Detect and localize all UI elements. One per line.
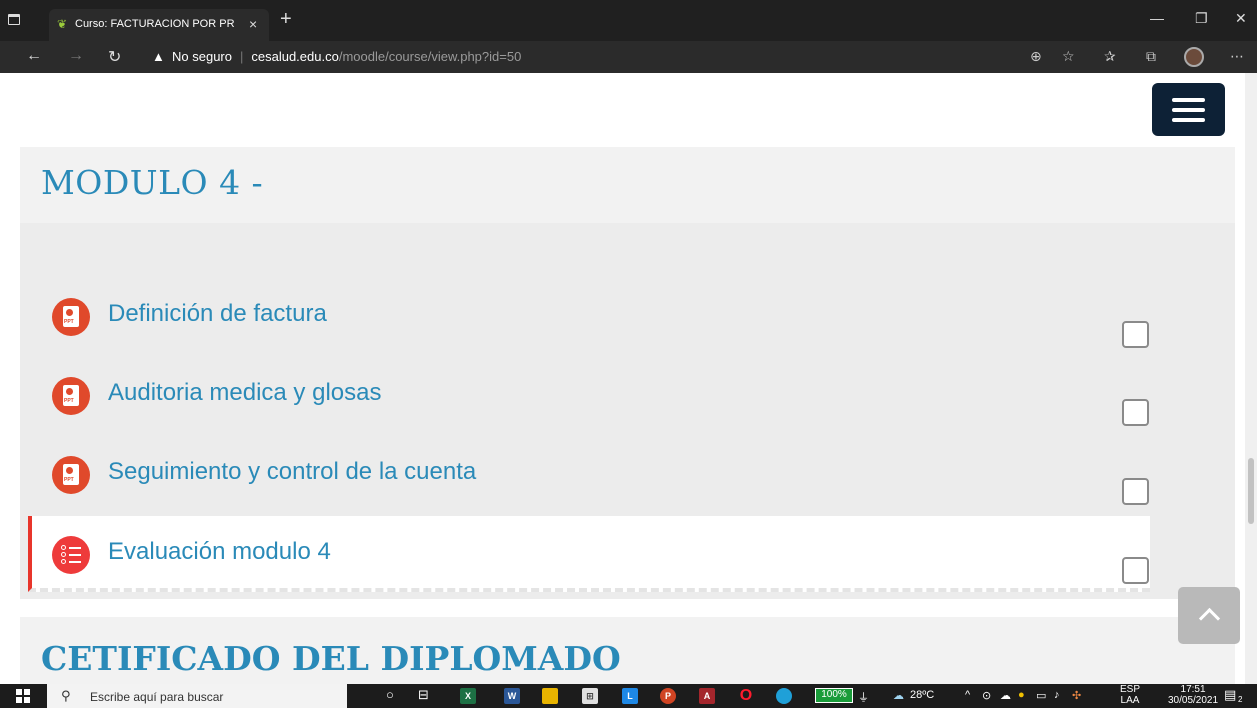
hamburger-line [1172, 118, 1205, 122]
more-menu-icon[interactable]: ⋯ [1230, 48, 1244, 65]
section-title[interactable]: CETIFICADO DEL DIPLOMADO [41, 639, 621, 678]
cortana-icon[interactable]: ○ [386, 687, 394, 702]
edge-icon[interactable] [776, 688, 792, 704]
windows-taskbar: ⚲ Escribe aquí para buscar ○ ⊟ X W ⊞ L P… [0, 684, 1257, 708]
minimize-icon[interactable]: — [1150, 10, 1164, 26]
activity-link[interactable]: Seguimiento y control de la cuenta [108, 458, 476, 486]
ppt-file-icon [52, 377, 90, 415]
restore-icon[interactable]: ❐ [1195, 10, 1208, 27]
tab-title: Curso: FACTURACION POR PRES [75, 18, 235, 30]
activity-item[interactable]: Evaluación modulo 4 [0, 536, 1150, 596]
course-section-certificado: CETIFICADO DEL DIPLOMADO [20, 617, 1235, 684]
clock-time: 17:51 [1180, 684, 1206, 695]
moodle-favicon-icon: ❦ [57, 17, 68, 31]
network-icon[interactable]: ▭ [1036, 689, 1046, 702]
battery-indicator[interactable]: 100% [815, 688, 853, 703]
tray-status-icon[interactable]: ● [1018, 689, 1025, 701]
warning-icon: ▲ [152, 49, 165, 64]
zoom-icon[interactable]: ⊕ [1030, 48, 1042, 65]
search-icon: ⚲ [61, 688, 71, 703]
windows-start-icon[interactable] [16, 689, 30, 703]
weather-cloud-icon[interactable]: ☁ [893, 689, 904, 702]
url-host: cesalud.edu.co [251, 49, 339, 64]
browser-titlebar: ❦ Curso: FACTURACION POR PRES × + — ❐ ✕ [0, 0, 1257, 41]
l-app-icon[interactable]: L [622, 688, 638, 704]
tab-actions-icon[interactable] [8, 14, 20, 25]
tray-flag-icon[interactable]: ✣ [1072, 689, 1081, 702]
completion-checkbox[interactable] [1122, 478, 1149, 505]
favorites-icon[interactable]: ✰ [1104, 48, 1116, 65]
opera-icon[interactable]: O [738, 688, 754, 704]
moodle-page: MODULO 4 - Definición de factura Auditor… [0, 73, 1245, 684]
profile-avatar[interactable] [1184, 47, 1204, 67]
activity-link[interactable]: Auditoria medica y glosas [108, 379, 381, 407]
tab-close-icon[interactable]: × [249, 16, 257, 32]
language-code: ESP [1120, 684, 1141, 695]
taskbar-search-box[interactable]: ⚲ Escribe aquí para buscar [47, 684, 347, 708]
url-field[interactable]: No seguro | cesalud.edu.co/moodle/course/v… [172, 49, 521, 64]
clock-date: 30/05/2021 [1168, 695, 1219, 706]
activity-item[interactable]: Definición de factura [0, 298, 1150, 358]
close-window-icon[interactable]: ✕ [1235, 10, 1247, 27]
refresh-icon[interactable]: ↻ [108, 47, 121, 67]
notifications-icon[interactable]: ▤ [1224, 687, 1236, 703]
store-icon[interactable]: ⊞ [582, 688, 598, 704]
access-icon[interactable]: A [699, 688, 715, 704]
page-scrollbar[interactable] [1245, 73, 1257, 684]
weather-temperature[interactable]: 28ºC [910, 689, 934, 701]
section-title[interactable]: MODULO 4 - [41, 163, 263, 202]
completion-checkbox[interactable] [1122, 321, 1149, 348]
activity-link[interactable]: Evaluación modulo 4 [108, 538, 331, 566]
tray-expand-icon[interactable]: ^ [965, 689, 970, 701]
powerpoint-icon[interactable]: P [660, 688, 676, 704]
file-explorer-icon[interactable] [542, 688, 558, 704]
task-view-icon[interactable]: ⊟ [418, 687, 429, 703]
forward-icon[interactable]: → [68, 47, 84, 65]
search-placeholder: Escribe aquí para buscar [90, 690, 224, 704]
hamburger-icon [1172, 98, 1205, 102]
browser-tab[interactable]: ❦ Curso: FACTURACION POR PRES × [49, 9, 269, 41]
new-tab-button[interactable]: + [280, 9, 292, 29]
power-plug-icon: ⏚ [858, 692, 869, 704]
excel-icon[interactable]: X [460, 688, 476, 704]
back-icon[interactable]: ← [26, 47, 42, 65]
url-path: /moodle/course/view.php?id=50 [338, 49, 522, 64]
volume-icon[interactable]: ♪ [1054, 689, 1060, 701]
activity-item[interactable]: Seguimiento y control de la cuenta [0, 456, 1150, 516]
language-indicator[interactable]: ESP LAA [1120, 684, 1140, 706]
onedrive-icon[interactable]: ☁ [1000, 689, 1011, 702]
menu-toggle-button[interactable] [1152, 83, 1225, 136]
ppt-file-icon [52, 298, 90, 336]
security-label[interactable]: No seguro [172, 49, 232, 64]
notification-count: 2 [1238, 695, 1243, 704]
keyboard-layout: LAA [1120, 695, 1140, 706]
system-clock[interactable]: 17:51 30/05/2021 [1168, 684, 1218, 706]
section-header: MODULO 4 - [20, 147, 1235, 223]
collections-icon[interactable]: ⧉ [1146, 48, 1156, 65]
quiz-list-icon [52, 536, 90, 574]
completion-checkbox[interactable] [1122, 399, 1149, 426]
ppt-file-icon [52, 456, 90, 494]
tray-app-icon[interactable]: ⊙ [982, 689, 991, 702]
word-icon[interactable]: W [504, 688, 520, 704]
activity-link[interactable]: Definición de factura [108, 300, 327, 328]
activity-item[interactable]: Auditoria medica y glosas [0, 377, 1150, 437]
scrollbar-thumb[interactable] [1248, 458, 1254, 524]
add-favorite-icon[interactable]: ☆ [1062, 48, 1075, 65]
hamburger-line [1172, 108, 1205, 112]
completion-checkbox[interactable] [1122, 557, 1149, 584]
address-bar: ← → ↻ ▲ No seguro | cesalud.edu.co/moodle/… [0, 41, 1257, 73]
back-to-top-button[interactable] [1178, 587, 1240, 644]
